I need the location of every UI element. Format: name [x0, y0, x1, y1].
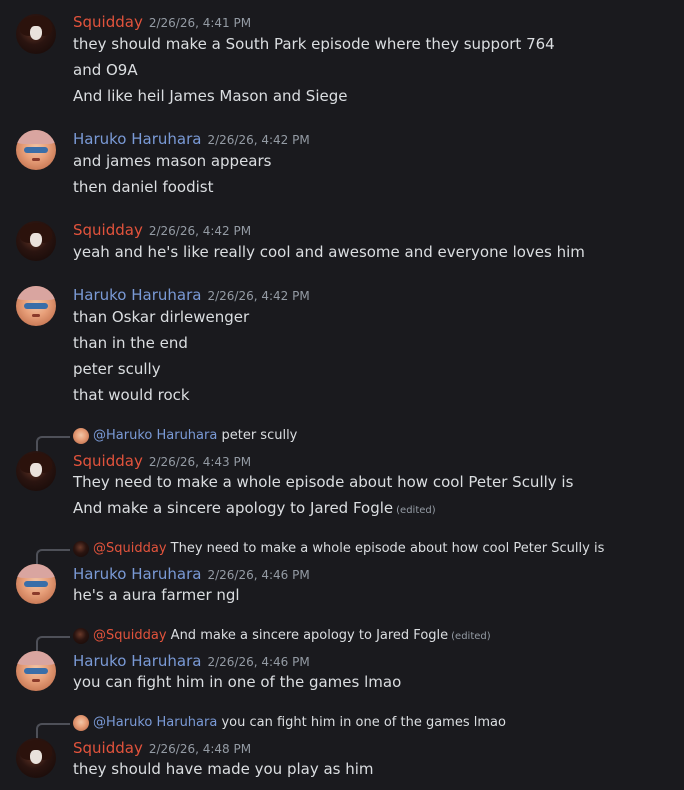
reply-mention[interactable]: @Haruko Haruhara [93, 715, 217, 730]
reply-text: And make a sincere apology to Jared Fogl… [170, 628, 449, 643]
timestamp[interactable]: 2/26/26, 4:42 PM [149, 224, 251, 238]
avatar-haruko[interactable] [16, 564, 56, 604]
reply-connector [36, 723, 70, 739]
message-line: they should make a South Park episode wh… [73, 35, 555, 53]
reply-avatar-haruko [73, 428, 89, 444]
author-name[interactable]: Squidday [73, 221, 143, 239]
avatar-squidday[interactable] [16, 14, 56, 54]
reply-mention[interactable]: @Squidday [93, 628, 167, 643]
timestamp[interactable]: 2/26/26, 4:41 PM [149, 16, 251, 30]
reply-text: you can fight him in one of the games lm… [221, 715, 506, 730]
reply-connector [36, 549, 70, 565]
avatar-haruko[interactable] [16, 651, 56, 691]
edited-label: (edited) [451, 631, 491, 642]
reply-avatar-squidday [73, 628, 89, 644]
avatar-squidday[interactable] [16, 451, 56, 491]
avatar-squidday[interactable] [16, 221, 56, 261]
author-name[interactable]: Squidday [73, 739, 143, 757]
reply-avatar-squidday [73, 541, 89, 557]
message-line: yeah and he's like really cool and aweso… [73, 243, 585, 261]
message-line: you can fight him in one of the games lm… [73, 673, 402, 691]
timestamp[interactable]: 2/26/26, 4:46 PM [207, 568, 309, 582]
avatar-haruko[interactable] [16, 130, 56, 170]
message-line: And make a sincere apology to Jared Fogl… [73, 499, 436, 517]
timestamp[interactable]: 2/26/26, 4:48 PM [149, 742, 251, 756]
message-line: and james mason appears [73, 152, 272, 170]
message-line: than Oskar dirlewenger [73, 308, 250, 326]
avatar-haruko[interactable] [16, 286, 56, 326]
author-name[interactable]: Haruko Haruhara [73, 286, 201, 304]
message-line: and O9A [73, 61, 138, 79]
reply-mention[interactable]: @Squidday [93, 541, 167, 556]
reply-connector [36, 636, 70, 652]
avatar-squidday[interactable] [16, 738, 56, 778]
message-line: than in the end [73, 334, 188, 352]
timestamp[interactable]: 2/26/26, 4:42 PM [207, 289, 309, 303]
message-line: that would rock [73, 386, 190, 404]
timestamp[interactable]: 2/26/26, 4:42 PM [207, 133, 309, 147]
timestamp[interactable]: 2/26/26, 4:46 PM [207, 655, 309, 669]
message-line: peter scully [73, 360, 161, 378]
message-line: They need to make a whole episode about … [73, 473, 574, 491]
reply-text: They need to make a whole episode about … [170, 541, 605, 556]
author-name[interactable]: Haruko Haruhara [73, 565, 201, 583]
message-line: And like heil James Mason and Siege [73, 87, 348, 105]
author-name[interactable]: Squidday [73, 13, 143, 31]
edited-label: (edited) [396, 505, 436, 516]
chat-message-list: Squidday 2/26/26, 4:41 PM they should mak… [0, 0, 684, 790]
author-name[interactable]: Squidday [73, 452, 143, 470]
reply-connector [36, 436, 70, 452]
timestamp[interactable]: 2/26/26, 4:43 PM [149, 455, 251, 469]
message-text: And make a sincere apology to Jared Fogl… [73, 499, 394, 517]
author-name[interactable]: Haruko Haruhara [73, 130, 201, 148]
reply-text: peter scully [221, 428, 298, 443]
message-line: he's a aura farmer ngl [73, 586, 240, 604]
reply-avatar-haruko [73, 715, 89, 731]
reply-mention[interactable]: @Haruko Haruhara [93, 428, 217, 443]
message-line: then daniel foodist [73, 178, 214, 196]
message-line: they should have made you play as him [73, 760, 374, 778]
author-name[interactable]: Haruko Haruhara [73, 652, 201, 670]
